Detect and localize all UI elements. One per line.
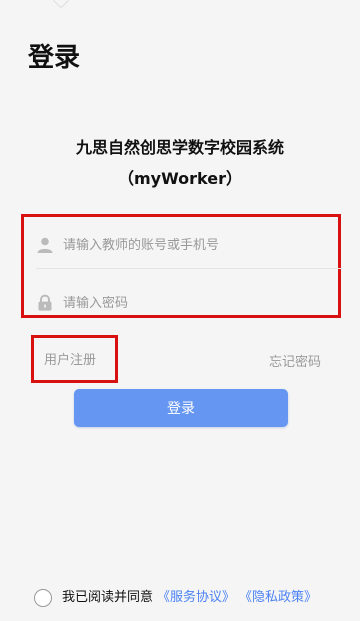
field-divider	[36, 268, 342, 269]
agreement-text: 我已阅读并同意	[62, 590, 154, 605]
user-icon	[37, 237, 53, 253]
app-subname: （myWorker）	[117, 169, 243, 188]
privacy-policy-link[interactable]: 《隐私政策》	[239, 588, 317, 608]
forgot-password-link[interactable]: 忘记密码	[269, 353, 321, 373]
agreement-row: 我已阅读并同意 《服务协议》 《隐私政策》	[34, 588, 317, 608]
status-bar-icon	[52, 0, 70, 9]
register-highlight: 用户注册	[31, 335, 118, 383]
page-title: 登录	[28, 43, 81, 73]
password-input[interactable]	[63, 295, 313, 311]
password-field[interactable]	[36, 279, 332, 327]
agree-checkbox[interactable]	[34, 589, 52, 607]
service-agreement-link[interactable]: 《服务协议》	[157, 588, 235, 608]
login-form	[21, 214, 342, 318]
username-input[interactable]	[63, 237, 313, 253]
username-field[interactable]	[36, 221, 332, 269]
lock-icon	[38, 294, 52, 311]
register-link[interactable]: 用户注册	[44, 351, 96, 371]
login-button[interactable]: 登录	[74, 389, 288, 427]
app-name: 九思自然创思学数字校园系统	[75, 138, 284, 157]
